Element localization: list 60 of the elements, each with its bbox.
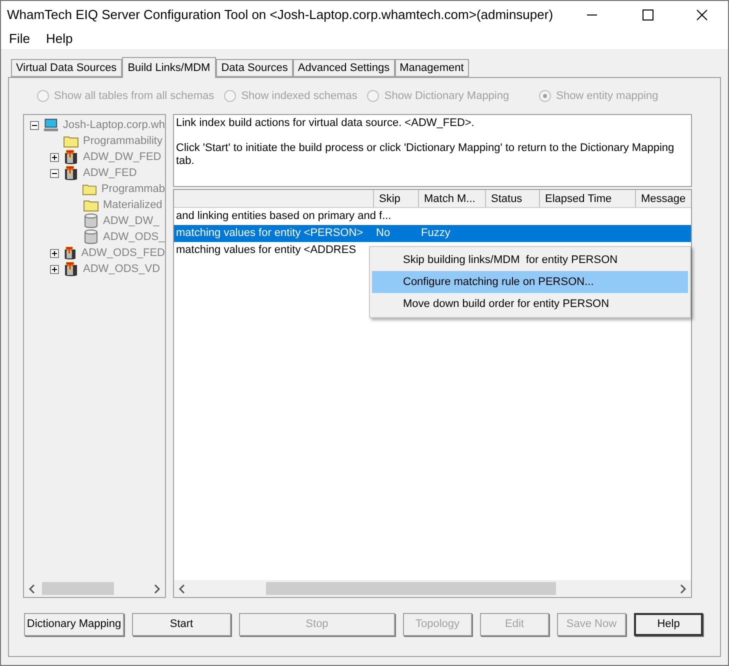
radio-button[interactable] — [224, 90, 236, 102]
column-header[interactable]: Skip — [374, 190, 419, 207]
table-cell: matching values for entity <ADDRES — [176, 244, 356, 256]
tab[interactable]: Virtual Data Sources — [11, 59, 122, 77]
folder-icon — [83, 198, 99, 212]
description-text: Link index build actions for virtual data source. <ADW_FED>. — [176, 117, 476, 130]
context-menu-item[interactable]: Configure matching rule on PERSON... — [372, 271, 688, 293]
scroll-thumb[interactable] — [266, 582, 556, 595]
table-cell: Fuzzy — [421, 227, 450, 240]
column-header[interactable]: Match M... — [419, 190, 486, 207]
column-header[interactable]: Message — [636, 190, 691, 207]
collapse-toggle-icon[interactable] — [50, 168, 59, 178]
radio-button[interactable] — [539, 90, 552, 102]
expand-toggle-icon[interactable] — [50, 264, 59, 274]
maximize-icon[interactable] — [642, 9, 654, 21]
scroll-thumb[interactable] — [42, 582, 114, 595]
database-icon — [83, 229, 99, 245]
folder-icon — [63, 134, 79, 148]
radio-label: Show entity mapping — [556, 88, 658, 104]
database-icon — [63, 165, 79, 181]
horizontal-scrollbar[interactable] — [174, 580, 691, 597]
context-menu-item[interactable]: Move down build order for entity PERSON — [372, 293, 688, 315]
scroll-left-icon[interactable] — [178, 584, 186, 594]
database-icon — [83, 213, 99, 229]
tab[interactable]: Advanced Settings — [292, 59, 395, 77]
table-cell: and linking entities based on primary and f... — [176, 210, 392, 222]
radio-label: Show Dictionary Mapping — [384, 88, 510, 104]
action-button[interactable]: Start — [132, 613, 231, 636]
database-icon — [63, 149, 79, 165]
column-header[interactable]: Status — [486, 190, 540, 207]
tab[interactable]: Build Links/MDM — [122, 57, 216, 78]
scroll-right-icon[interactable] — [153, 584, 161, 594]
description-text: Click 'Start' to initiate the build process or click 'Dictionary Mapping' to return to the Dictionary Mapping tab. — [176, 142, 676, 168]
radio-label: Show all tables from all schemas — [54, 88, 214, 104]
radio-label: Show indexed schemas — [241, 88, 358, 104]
close-icon[interactable] — [696, 9, 708, 21]
radio-button[interactable] — [367, 90, 380, 102]
context-menu-item[interactable]: Skip building links/MDM for entity PERSON — [372, 249, 688, 271]
menu-item[interactable]: File — [1, 29, 38, 49]
tab[interactable]: Data Sources — [216, 59, 293, 77]
menu-item[interactable]: Help — [38, 29, 81, 49]
database-icon — [63, 261, 79, 277]
table-cell: matching values for entity <PERSON> — [176, 227, 364, 240]
collapse-toggle-icon[interactable] — [30, 120, 39, 130]
table-row[interactable]: and linking entities based on primary and f... — [174, 208, 691, 225]
expand-toggle-icon[interactable] — [50, 248, 59, 258]
database-icon — [63, 245, 78, 261]
folder-icon — [82, 182, 98, 196]
scroll-right-icon[interactable] — [679, 584, 687, 594]
expand-toggle-icon[interactable] — [50, 152, 59, 162]
table-cell: No — [376, 227, 390, 240]
action-button[interactable]: Dictionary Mapping — [24, 613, 124, 636]
table-row[interactable]: matching values for entity <PERSON> No Fuzzy — [174, 225, 691, 242]
scroll-left-icon[interactable] — [28, 584, 36, 594]
column-header[interactable]: Elapsed Time — [540, 190, 636, 207]
tab[interactable]: Management — [394, 59, 469, 77]
window-title: WhamTech EIQ Server Configuration Tool on <Josh-Laptop.corp.whamtech.com>(adminsuper) — [6, 6, 554, 24]
radio-button[interactable] — [37, 90, 49, 102]
computer-icon — [43, 117, 59, 133]
action-button[interactable]: Help — [634, 613, 703, 636]
